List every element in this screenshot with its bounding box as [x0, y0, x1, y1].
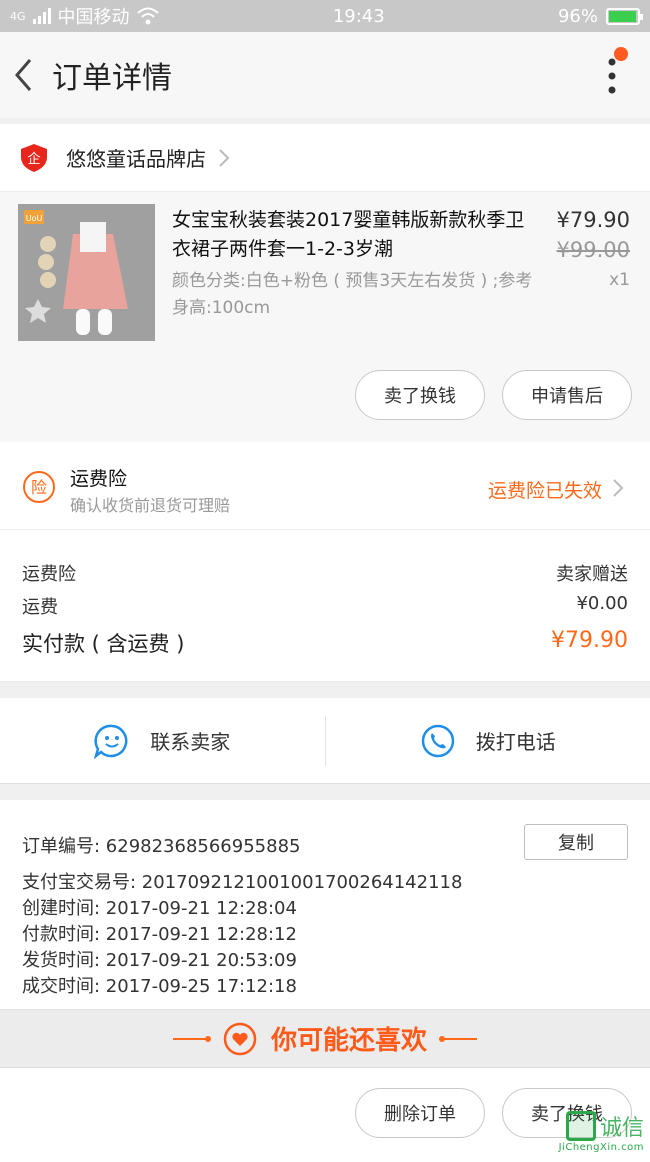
- enterprise-shield-icon: 企: [20, 143, 48, 173]
- watermark-logo: [566, 1111, 596, 1141]
- shipping-insurance-row[interactable]: 险 运费险 确认收货前退货可理赔 运费险已失效: [0, 442, 650, 530]
- page-title: 订单详情: [52, 53, 172, 97]
- quantity: x1: [609, 270, 630, 290]
- recommend-label: 你可能还喜欢: [271, 1020, 427, 1057]
- carrier-label: 中国移动: [58, 3, 130, 29]
- battery-icon: [606, 8, 640, 25]
- shipped-time: 发货时间: 2017-09-21 20:53:09: [22, 946, 297, 972]
- phone-icon: [420, 723, 456, 759]
- paid-time: 付款时间: 2017-09-21 12:28:12: [22, 920, 297, 946]
- product-image[interactable]: UoU: [18, 204, 155, 341]
- fee-row-shipping: 运费 ¥0.00: [22, 593, 628, 619]
- battery-percent: 96%: [558, 6, 598, 27]
- signal-icon: [32, 8, 52, 24]
- fee-label: 运费险: [22, 560, 76, 586]
- product-title[interactable]: 女宝宝秋装套装2017婴童韩版新款秋季卫衣裙子两件套一1-2-3岁潮: [172, 206, 532, 264]
- insurance-subtitle: 确认收货前退货可理赔: [70, 492, 230, 516]
- contact-seller-label: 联系卖家: [150, 726, 230, 755]
- order-info: 订单编号: 62982368566955885 复制 支付宝交易号: 20170…: [0, 800, 650, 1010]
- bottom-action-bar: 删除订单 卖了换钱 诚信 JiChengXin.com: [0, 1068, 650, 1162]
- delete-order-button[interactable]: 删除订单: [355, 1088, 485, 1138]
- contact-seller-button[interactable]: 联系卖家: [0, 723, 325, 759]
- order-number: 订单编号: 62982368566955885: [22, 832, 300, 858]
- shop-name: 悠悠童话品牌店: [66, 143, 206, 172]
- alipay-trade-number: 支付宝交易号: 2017092121001001700264142118: [22, 868, 462, 894]
- svg-text:企: 企: [27, 151, 40, 167]
- created-time: 创建时间: 2017-09-21 12:28:04: [22, 894, 297, 920]
- divider: [173, 1038, 209, 1040]
- fee-summary: 运费险 卖家赠送 运费 ¥0.00 实付款 ( 含运费 ) ¥79.90: [0, 530, 650, 682]
- watermark: 诚信 JiChengXin.com: [516, 1110, 644, 1156]
- chevron-right-icon: [612, 478, 624, 498]
- product-card[interactable]: UoU 女宝宝秋装套装2017婴童韩版新款秋季卫衣裙子两件套一1-2-3岁潮 颜…: [0, 192, 650, 442]
- watermark-text: 诚信: [600, 1110, 644, 1142]
- divider: [441, 1038, 477, 1040]
- back-icon[interactable]: [12, 55, 42, 95]
- more-icon[interactable]: [606, 56, 618, 96]
- insurance-status: 运费险已失效: [488, 476, 602, 503]
- product-price: ¥79.90: [557, 208, 630, 232]
- fee-label: 运费: [22, 593, 58, 619]
- clock: 19:43: [333, 6, 385, 27]
- recommend-header: 你可能还喜欢: [0, 1010, 650, 1068]
- total-label: 实付款 ( 含运费 ): [22, 628, 184, 658]
- call-label: 拨打电话: [476, 726, 556, 755]
- sell-item-button[interactable]: 卖了换钱: [355, 370, 485, 420]
- insurance-icon: 险: [22, 470, 56, 504]
- contact-bar: 联系卖家 拨打电话: [0, 698, 650, 784]
- insurance-icon-char: 险: [31, 478, 47, 497]
- call-button[interactable]: 拨打电话: [326, 723, 650, 759]
- wifi-icon: [136, 7, 160, 25]
- after-sale-button[interactable]: 申请售后: [502, 370, 632, 420]
- chat-bubble-icon: [94, 723, 130, 759]
- copy-button[interactable]: 复制: [524, 824, 628, 860]
- shop-row[interactable]: 企 悠悠童话品牌店: [0, 124, 650, 192]
- completed-time: 成交时间: 2017-09-25 17:12:18: [22, 972, 297, 998]
- watermark-url: JiChengXin.com: [559, 1142, 644, 1153]
- status-bar: 4G 中国移动 19:43 96%: [0, 0, 650, 32]
- insurance-title: 运费险: [70, 464, 127, 491]
- header: 订单详情: [0, 32, 650, 118]
- heart-icon: [223, 1022, 257, 1056]
- fee-value: ¥0.00: [576, 593, 628, 619]
- fee-row-total: 实付款 ( 含运费 ) ¥79.90: [22, 628, 628, 658]
- network-label: 4G: [10, 10, 26, 23]
- product-image-logo: UoU: [26, 214, 43, 223]
- product-sku: 颜色分类:白色+粉色 ( 预售3天左右发货 ) ;参考身高:100cm: [172, 268, 542, 322]
- total-value: ¥79.90: [551, 628, 628, 658]
- original-price: ¥99.00: [557, 238, 630, 262]
- notification-badge: [614, 47, 628, 61]
- fee-row-insurance: 运费险 卖家赠送: [22, 560, 628, 586]
- fee-value: 卖家赠送: [556, 560, 628, 586]
- chevron-right-icon: [218, 148, 230, 168]
